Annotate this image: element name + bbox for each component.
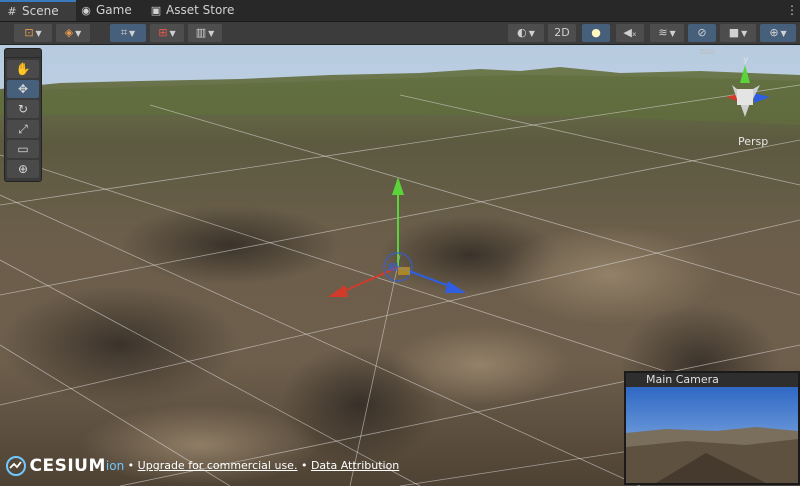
ruler-icon: ▥ [195, 26, 207, 39]
gizmo-y-label: y [743, 55, 749, 65]
grid-visibility-dropdown[interactable]: ▥ ▼ [188, 24, 222, 42]
tab-scene[interactable]: # Scene [0, 0, 76, 21]
shading-mode-dropdown[interactable]: ◐ ▼ [508, 24, 544, 42]
cesium-ion-suffix: ion [105, 459, 125, 473]
chevron-down-icon: ▼ [528, 29, 535, 38]
rotate-tool-icon: ↻ [17, 102, 29, 116]
chevron-down-icon: ▼ [208, 29, 215, 38]
cesium-attribution: CESIUMion • Upgrade for commercial use. … [6, 456, 399, 478]
separator: • [300, 459, 308, 472]
grid-icon: # [7, 5, 17, 18]
rect-tool-icon: ▭ [17, 142, 29, 156]
cube-icon: ◈ [64, 26, 74, 39]
tool-palette: ✋ ✥ ↻ ⤢ ▭ ⊕ [4, 48, 42, 182]
chevron-down-icon: ▼ [669, 29, 676, 38]
chevron-down-icon: ▼ [129, 29, 136, 38]
camera-preview: Main Camera [624, 371, 800, 485]
scale-tool-button[interactable]: ⤢ [7, 120, 39, 138]
camera-preview-image [626, 387, 798, 483]
grid-snap-icon: ⌗ [120, 26, 128, 39]
move-tool-button[interactable]: ✥ [7, 80, 39, 98]
transform-tool-icon: ⊕ [17, 162, 29, 176]
chevron-down-icon: ▼ [35, 29, 42, 38]
lighting-toggle-button[interactable]: ● [582, 24, 610, 42]
chevron-down-icon: ▼ [169, 29, 176, 38]
cesium-logo-icon [6, 456, 26, 476]
hand-tool-icon: ✋ [15, 62, 31, 76]
render-mode-dropdown[interactable]: ◈ ▼ [56, 24, 90, 42]
scene-toolbar: ⊡ ▼ ◈ ▼ ⌗ ▼ ⊞ ▼ ▥ ▼ ◐ ▼ 2D ● ◀ₓ ≋ ▼ ⊘ ■ ▼ ⊕ ▼ [0, 22, 800, 45]
separator: • [127, 459, 135, 472]
transform-tool-button[interactable]: ⊕ [7, 160, 39, 178]
data-attribution-link[interactable]: Data Attribution [311, 459, 399, 472]
tab-asset-store[interactable]: ▣ Asset Store [150, 0, 260, 21]
gizmos-icon: ⊕ [769, 26, 779, 39]
palette-grip[interactable] [5, 49, 41, 58]
rect-tool-button[interactable]: ▭ [7, 140, 39, 158]
shopping-bag-icon: ▣ [150, 4, 162, 17]
camera-icon: ■ [728, 26, 740, 39]
chevron-down-icon: ▼ [75, 29, 82, 38]
increment-snap-dropdown[interactable]: ⊞ ▼ [150, 24, 184, 42]
layers-icon: ≋ [658, 26, 668, 39]
lightbulb-icon: ● [591, 26, 601, 39]
grid-snap-toggle[interactable]: ⌗ ▼ [110, 24, 146, 42]
draw-mode-icon: ⊡ [24, 26, 34, 39]
2d-toggle-button[interactable]: 2D [548, 24, 576, 42]
audio-mute-icon: ◀ₓ [623, 26, 637, 39]
camera-preview-title: Main Camera [626, 373, 798, 387]
snap-increment-icon: ⊞ [158, 26, 168, 39]
chevron-down-icon: ▼ [780, 29, 787, 38]
projection-label[interactable]: Persp [738, 135, 768, 148]
effects-dropdown[interactable]: ≋ ▼ [650, 24, 684, 42]
rotate-tool-button[interactable]: ↻ [7, 100, 39, 118]
upgrade-link[interactable]: Upgrade for commercial use. [138, 459, 298, 472]
cesium-logo-text: CESIUM [29, 456, 106, 476]
gizmos-dropdown[interactable]: ⊕ ▼ [760, 24, 796, 42]
chevron-down-icon: ▼ [741, 29, 748, 38]
move-tool-icon: ✥ [17, 82, 29, 96]
hand-tool-button[interactable]: ✋ [7, 60, 39, 78]
camera-settings-dropdown[interactable]: ■ ▼ [720, 24, 756, 42]
more-options-icon[interactable]: ⋮ [786, 2, 798, 18]
scale-tool-icon: ⤢ [18, 122, 28, 136]
sphere-icon: ◐ [517, 26, 527, 39]
gamepad-icon: ◉ [81, 4, 91, 17]
scene-visibility-toggle[interactable]: ⊘ [688, 24, 716, 42]
tab-bar: # Scene ◉ Game ▣ Asset Store ⋮ [0, 0, 800, 22]
eye-slash-icon: ⊘ [697, 26, 707, 39]
draw-mode-dropdown[interactable]: ⊡ ▼ [14, 24, 52, 42]
tab-game[interactable]: ◉ Game [80, 0, 150, 21]
audio-toggle-button[interactable]: ◀ₓ [616, 24, 644, 42]
